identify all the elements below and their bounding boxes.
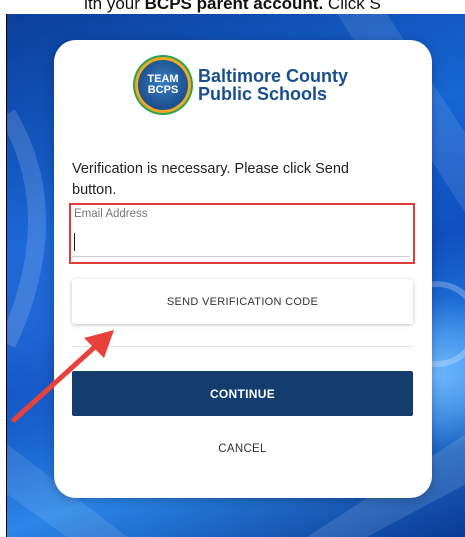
- top-caption: ith your BCPS parent account. Click S: [0, 0, 465, 15]
- bcps-logo-icon: TEAM BCPS: [138, 60, 188, 110]
- email-highlight-box: [69, 203, 415, 264]
- caption-bold: BCPS parent account.: [144, 0, 324, 13]
- caption-suffix: Click S: [323, 0, 381, 13]
- send-verification-code-button[interactable]: SEND VERIFICATION CODE: [72, 279, 413, 324]
- login-card: TEAM BCPS Baltimore County Public School…: [54, 40, 432, 498]
- divider: [72, 346, 413, 347]
- bcps-logo: TEAM BCPS Baltimore County Public School…: [138, 60, 348, 110]
- verification-instruction: Verification is necessary. Please click …: [72, 161, 349, 198]
- cancel-link[interactable]: CANCEL: [72, 443, 413, 455]
- continue-button[interactable]: CONTINUE: [72, 371, 413, 416]
- logo-name-line2: Public Schools: [198, 84, 328, 104]
- logo-name-line1: Baltimore County: [198, 66, 349, 86]
- caption-prefix: ith your: [84, 0, 145, 13]
- logo-badge-line2: BCPS: [147, 84, 179, 96]
- logo-text: Baltimore County Public Schools: [198, 67, 348, 103]
